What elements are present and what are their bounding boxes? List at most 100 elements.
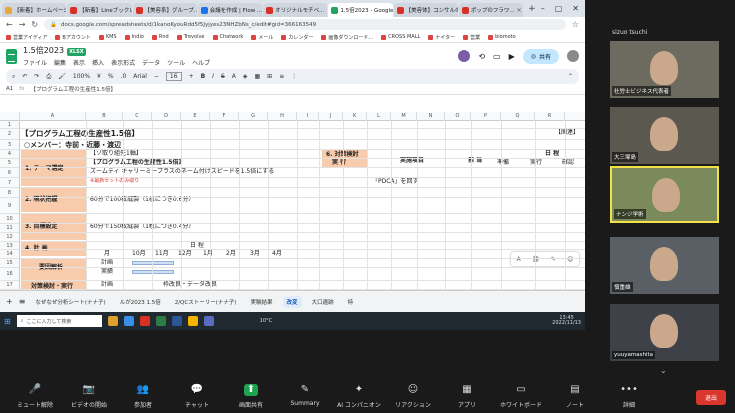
row-header[interactable]: 5 [0, 159, 20, 168]
menu-item[interactable]: ヘルプ [192, 58, 210, 67]
percent-icon[interactable]: % [108, 73, 114, 80]
column-header[interactable]: N [417, 112, 445, 121]
column-header[interactable]: O [445, 112, 471, 121]
strike-button[interactable]: S [221, 73, 225, 80]
menu-item[interactable]: 挿入 [92, 58, 104, 67]
browser-tab[interactable]: ポップのフラワ... × [458, 3, 524, 17]
search-icon[interactable]: ⌕ [12, 73, 15, 81]
theme-note[interactable]: 【ゾ取り組先1軸】 [90, 150, 142, 157]
menu-item[interactable]: ツール [167, 58, 185, 67]
back-icon[interactable]: ← [6, 20, 13, 29]
meeting-control-button[interactable]: ✎ Summary [278, 380, 332, 407]
font-size-field[interactable]: 16 [165, 72, 182, 81]
theme-title[interactable]: 【プログラム工程の生産性1.5倍】 [90, 159, 184, 166]
merge-icon[interactable]: ⊞ [267, 73, 272, 80]
zoom-select[interactable]: 100% [73, 73, 90, 80]
align-icon[interactable]: ≡ [279, 73, 284, 80]
column-header[interactable]: I [297, 112, 319, 121]
theme-red-note[interactable]: ※最新セットのみ取り [90, 178, 139, 184]
comment-icon[interactable]: ▭ [493, 52, 501, 61]
column-header[interactable]: R [535, 112, 565, 121]
zoom-app-icon[interactable] [203, 316, 214, 326]
column-header[interactable]: A [20, 112, 86, 121]
row-header[interactable]: 17 [0, 281, 20, 290]
bold-button[interactable]: B [201, 73, 206, 80]
select-all-corner[interactable] [0, 112, 20, 121]
menu-item[interactable]: データ [142, 58, 160, 67]
all-sheets-icon[interactable]: ≡ [19, 297, 26, 306]
taskbar-clock[interactable]: 13:45 2022/11/13 [552, 315, 581, 327]
meeting-control-button[interactable]: 📷 ビデオの開始 [62, 380, 116, 409]
folder-icon[interactable] [107, 316, 118, 326]
new-tab-icon[interactable]: + [524, 4, 540, 14]
meeting-control-button[interactable]: ▤ ノート [548, 380, 602, 409]
windows-start-icon[interactable]: ⊞ [4, 317, 11, 326]
paint-format-icon[interactable]: 🖌 [58, 73, 66, 80]
bookmark-item[interactable]: biomoto [488, 34, 516, 40]
theme-label[interactable]: 1. テーマ選定 [21, 150, 87, 186]
sheet-tab[interactable]: 大口遺跡 [308, 296, 338, 308]
bookmark-item[interactable]: メール [251, 34, 273, 41]
maximize-icon[interactable]: ▢ [555, 4, 563, 13]
meet-icon[interactable]: ▶ [509, 52, 515, 61]
taskbar-search[interactable]: ⌕ ここに入力して検索 [16, 315, 102, 327]
month-cell[interactable]: 3月 [250, 250, 260, 257]
share-button[interactable]: ◎ 共有 [522, 48, 559, 64]
bookmark-item[interactable]: 営業アイディア [6, 34, 47, 41]
pdca-item[interactable]: 「PDCA」を回す [372, 178, 419, 185]
meeting-control-button[interactable]: 👥 参加者 [116, 380, 170, 409]
sheet-tab[interactable]: なぜなぜ分析シート(ナナ子) [31, 296, 109, 308]
month-cell[interactable]: 2月 [226, 250, 236, 257]
chrome-icon[interactable] [187, 316, 198, 326]
browser-tab[interactable]: 【新着】Lineブックレ...× [67, 3, 132, 17]
meeting-control-button[interactable]: ⬆ 画面共有 [224, 380, 278, 409]
row-header[interactable]: 13 [0, 242, 20, 250]
participant-tile[interactable]: yuuyamashita [610, 304, 719, 361]
reload-icon[interactable]: ↻ [31, 20, 38, 29]
sheet-tab[interactable]: 特 [344, 296, 358, 308]
month-cell[interactable]: 4月 [272, 250, 282, 257]
month-cell[interactable]: 11月 [155, 250, 169, 257]
month-cell[interactable]: 10月 [132, 250, 146, 257]
close-window-icon[interactable]: ✕ [572, 4, 579, 13]
menu-item[interactable]: 表示 [73, 58, 85, 67]
meeting-control-button[interactable]: ▦ アプリ [440, 380, 494, 409]
bookmark-item[interactable]: Chatwork [212, 34, 243, 40]
close-icon[interactable]: × [326, 7, 327, 14]
column-header[interactable]: C [123, 112, 152, 121]
actual-row-label[interactable]: 実績 [101, 268, 113, 275]
row-header[interactable]: 9 [0, 198, 20, 214]
month-cell[interactable]: 1月 [203, 250, 213, 257]
bookmark-item[interactable]: Indio [124, 34, 144, 40]
row-header[interactable]: 3 [0, 140, 20, 150]
forward-icon[interactable]: → [19, 20, 26, 29]
doc-title[interactable]: 1.5倍2023 [23, 46, 64, 55]
leave-button[interactable]: 退出 [696, 390, 726, 405]
account-avatar[interactable] [567, 50, 579, 62]
text-color-button[interactable]: A [232, 73, 236, 80]
extension-icon[interactable] [458, 50, 471, 62]
row-header[interactable]: 8 [0, 188, 20, 198]
sheet-tab[interactable]: ルが2023 1.5倍 [116, 296, 165, 308]
sheets-logo-icon[interactable] [6, 48, 17, 64]
theme-description[interactable]: ズームティ キャリーミープラスのネーム付けスピードを1.5倍にする [90, 168, 274, 175]
meeting-control-button[interactable]: ▭ ホワイトボード [494, 380, 548, 409]
app-icon[interactable] [139, 316, 150, 326]
chevron-down-icon[interactable]: ⌄ [660, 366, 667, 375]
meeting-control-button[interactable]: ☺ リアクション [386, 380, 440, 409]
browser-tab[interactable]: 1.5倍2023 - Google... × [328, 3, 393, 17]
sheet-tab[interactable]: 改変 [282, 295, 302, 308]
text-icon[interactable]: A [517, 256, 521, 263]
browser-tab[interactable]: 【美容系】グループ...× [132, 3, 197, 17]
task-note[interactable]: 枠改良・データ改良 [163, 281, 217, 288]
history-icon[interactable]: ⟲ [478, 52, 485, 61]
bookmark-item[interactable]: CROSS MALL [381, 34, 420, 40]
row-header[interactable]: 14 [0, 250, 20, 259]
schedule2-header[interactable]: 日 程 [545, 150, 559, 157]
collapse-icon[interactable]: ⌃ [568, 73, 573, 80]
browser-tab[interactable]: オリジナルモチベ...× [263, 3, 328, 17]
row-header[interactable]: 1 [0, 121, 20, 129]
row-header[interactable]: 15 [0, 259, 20, 268]
exec-header[interactable]: 実行 [530, 159, 542, 166]
plan-row2-label[interactable]: 計画 [101, 281, 113, 288]
